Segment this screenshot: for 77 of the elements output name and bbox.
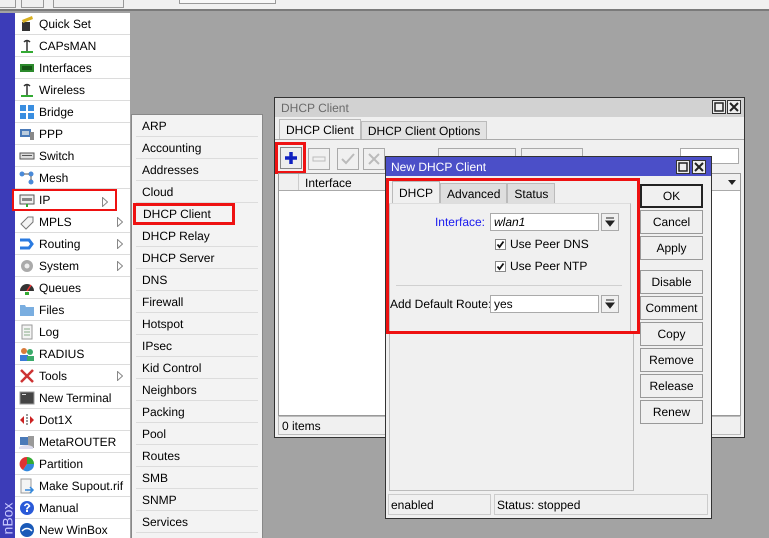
submenu-item[interactable]: Services [136,511,258,533]
field-label: Interface: [434,214,486,231]
dialog-button[interactable]: Renew [640,400,703,424]
close-icon[interactable] [727,100,741,114]
menu-icon [19,192,35,208]
tab[interactable]: Advanced [440,183,508,203]
column-header[interactable]: Interface [299,174,379,190]
brand-text: nBox [0,502,15,534]
field-label: Add Default Route: [390,296,490,313]
checkbox[interactable] [495,260,506,272]
select-field[interactable]: wlan1 [490,213,599,231]
menu-icon [19,478,35,494]
submenu-item[interactable]: Neighbors [136,379,258,401]
menu-icon [19,258,35,274]
menu-icon [19,236,35,252]
dropdown-button[interactable] [601,295,619,313]
dialog-button[interactable]: Cancel [640,210,703,234]
submenu-item[interactable]: DHCP Relay [136,225,258,247]
add-button[interactable] [280,147,302,169]
submenu-item[interactable]: Pool [136,423,258,445]
dialog-title: New DHCP Client [391,158,486,176]
menu-icon [19,412,35,428]
checkbox[interactable] [495,238,506,250]
window-title: DHCP Client [281,100,349,116]
submenu-item[interactable]: Firewall [136,291,258,313]
menu-icon [19,324,35,340]
submenu-item[interactable]: Accounting [136,137,258,159]
menu-icon [19,390,35,406]
menu-icon [19,368,35,384]
menu-icon [19,170,35,186]
submenu-item[interactable]: DHCP Server [136,247,258,269]
status-text: Status: stopped [494,494,708,515]
dialog-button[interactable]: Copy [640,322,703,346]
menu-icon [19,500,35,516]
maximize-icon[interactable] [712,100,726,114]
submenu-item[interactable]: SNMP [136,489,258,511]
tab[interactable]: DHCP [392,181,440,203]
menu-icon [19,104,35,120]
menu-item[interactable]: IP [12,189,117,211]
submenu-item[interactable]: IPsec [136,335,258,357]
menu-icon [19,16,35,32]
tab[interactable]: DHCP Client Options [360,121,488,139]
checkbox-label: Use Peer NTP [510,258,588,275]
tab[interactable]: Status [507,183,556,203]
menu-icon [19,434,35,450]
menu-icon [19,456,35,472]
submenu-item[interactable]: SMB [136,467,258,489]
dialog-button[interactable]: Release [640,374,703,398]
status-text: enabled [388,494,491,515]
submenu-item[interactable]: DHCP Client [133,203,235,225]
menu-item[interactable]: Quick Set [15,13,130,35]
submenu-item[interactable]: DNS [136,269,258,291]
submenu-item[interactable]: Packing [136,401,258,423]
dialog-button[interactable]: Remove [640,348,703,372]
submenu-item[interactable]: ARP [136,115,258,137]
submenu-item[interactable]: Kid Control [136,357,258,379]
dialog-button[interactable]: Apply [640,236,703,260]
dialog-button[interactable]: Comment [640,296,703,320]
tab[interactable]: DHCP Client [279,119,361,139]
menu-icon [19,522,35,538]
menu-icon [19,38,35,54]
checkbox-label: Use Peer DNS [510,236,589,253]
dropdown-button[interactable] [601,213,619,231]
menu-icon [19,82,35,98]
menu-icon [19,214,35,230]
submenu-item[interactable]: Routes [136,445,258,467]
dialog-button[interactable]: Disable [640,270,703,294]
plus-icon [284,151,298,165]
submenu-item[interactable]: Addresses [136,159,258,181]
status-text: 0 items [282,418,321,434]
select-field[interactable]: yes [490,295,599,313]
maximize-icon[interactable] [676,160,690,174]
submenu-item[interactable]: Cloud [136,181,258,203]
submenu-item[interactable]: Hotspot [136,313,258,335]
dialog-button[interactable]: OK [640,184,703,208]
close-icon[interactable] [692,160,706,174]
menu-icon [19,346,35,362]
